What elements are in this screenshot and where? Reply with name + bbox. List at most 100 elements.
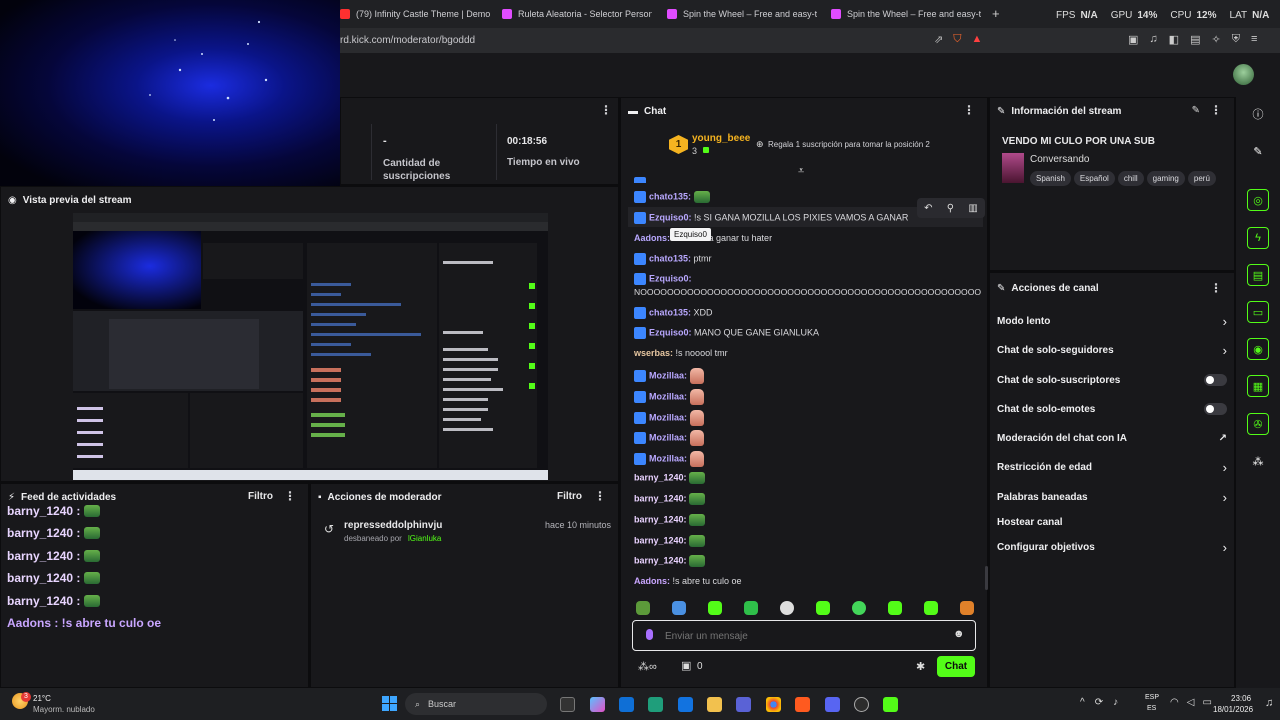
chat-nick[interactable]: barny_1240: [634, 493, 687, 503]
vpn-icon[interactable]: ⛨ [1232, 33, 1240, 46]
share-icon[interactable]: ⇗ [934, 33, 943, 46]
chat-nick[interactable]: Ezquiso0: [649, 273, 692, 283]
wrench-icon[interactable]: ✇ [1247, 413, 1269, 435]
quick-settings[interactable]: ◠ ◁ ▭ [1170, 697, 1212, 708]
action-subs-only[interactable]: Chat de solo-suscriptores [997, 374, 1227, 386]
pepe-emote-icon[interactable] [636, 601, 650, 615]
settings-gear-icon[interactable]: ✱ [916, 660, 925, 673]
mic-icon[interactable] [646, 629, 653, 640]
discord-icon[interactable] [825, 697, 840, 712]
brave-shield-icon[interactable]: ⛉ [953, 33, 961, 46]
action-emotes-only[interactable]: Chat de solo-emotes [997, 403, 1227, 415]
ghost-emote-icon[interactable] [708, 601, 722, 615]
chat-message[interactable]: barny_1240: [634, 555, 706, 567]
edit-icon[interactable]: ✎ [1192, 105, 1200, 116]
blob-emote-icon[interactable] [816, 601, 830, 615]
chat-nick[interactable]: Mozillaa: [649, 391, 687, 401]
windows-start-icon[interactable] [382, 696, 397, 711]
pencil-icon[interactable]: ✎ [1247, 140, 1269, 162]
channel-points-icon[interactable]: ⁂∞ [638, 660, 657, 673]
kick-app-icon[interactable] [883, 697, 898, 712]
gift-box-icon[interactable]: ▣ [681, 659, 691, 672]
taskbar-search[interactable]: ⌕ Buscar [405, 693, 547, 715]
info-icon[interactable]: ⓘ [1247, 103, 1269, 125]
chat-message[interactable]: barny_1240: [634, 472, 706, 484]
task-view-icon[interactable] [560, 697, 575, 712]
action-host-channel[interactable]: Hostear canal [997, 517, 1227, 528]
chat-message[interactable]: chato135: XDD [634, 307, 713, 319]
chat-input[interactable] [665, 628, 935, 644]
notification-icon[interactable]: ♫ [1265, 697, 1273, 709]
leo-icon[interactable]: ✧ [1211, 33, 1220, 46]
clock-time[interactable]: 23:06 [1231, 694, 1251, 703]
kebab-icon[interactable]: ⋮ [1210, 282, 1222, 294]
chat-nick[interactable]: barny_1240: [634, 472, 687, 482]
kebab-icon[interactable]: ⋮ [963, 104, 975, 116]
chat-nick[interactable]: Ezquiso0: [649, 327, 692, 337]
action-followers-only[interactable]: Chat de solo-seguidores › [997, 343, 1227, 358]
browser-tab-1[interactable]: (79) Infinity Castle Theme | Demon sl [340, 4, 490, 24]
mic-tray-icon[interactable]: ♪ [1113, 697, 1118, 708]
wallet-icon[interactable]: ▤ [1190, 33, 1200, 46]
obs-icon[interactable] [854, 697, 869, 712]
chat-message[interactable]: wserbas: !s nooool tmr [634, 348, 728, 358]
tag[interactable]: perú [1187, 171, 1216, 186]
party-emote-icon[interactable] [960, 601, 974, 615]
chat-message[interactable]: Ezquiso0: MANO QUE GANE GIANLUKA [634, 327, 819, 339]
emotes-only-toggle[interactable] [1204, 403, 1227, 415]
language-top[interactable]: ESP [1145, 694, 1159, 701]
chat-message[interactable]: chato135: [634, 191, 710, 203]
teams-icon[interactable] [736, 697, 751, 712]
chat-message[interactable]: Ezquiso0: [634, 273, 692, 285]
tag[interactable]: gaming [1146, 171, 1185, 186]
chat-message[interactable]: Mozillaa: [634, 430, 704, 446]
target-icon[interactable]: ◎ [1247, 189, 1269, 211]
browser-tab-3[interactable]: Spin the Wheel – Free and easy-to-u [667, 4, 817, 24]
tray-chevron-icon[interactable]: ^ [1080, 697, 1085, 708]
music-icon[interactable]: ♫ [1149, 33, 1157, 46]
chat-nick[interactable]: Aadons: [634, 576, 670, 586]
chat-nick[interactable]: chato135: [649, 253, 691, 263]
chat-message[interactable]: Aadons: !s abre tu culo oe [634, 576, 742, 586]
kick-emote-icon[interactable] [672, 601, 686, 615]
sidebar-icon[interactable]: ◧ [1169, 33, 1179, 46]
laugh-emote-icon[interactable] [888, 601, 902, 615]
action-ai-moderation[interactable]: Moderación del chat con IA ↗ [997, 433, 1227, 444]
top-gifter-name[interactable]: young_beee [692, 133, 750, 144]
tv-emote-icon[interactable] [744, 601, 758, 615]
action-slow-mode[interactable]: Modo lento › [997, 314, 1227, 329]
face-emote-icon[interactable] [780, 601, 794, 615]
delete-icon[interactable]: ▥ [968, 203, 977, 214]
chat-nick[interactable]: barny_1240: [634, 535, 687, 545]
chat-nick[interactable]: Mozillaa: [649, 432, 687, 442]
chat-input-box[interactable]: ☻ [632, 620, 976, 651]
kebab-icon[interactable]: ⋮ [594, 490, 606, 502]
chat-message[interactable]: barny_1240: [634, 535, 706, 547]
action-age-restriction[interactable]: Restricción de edad › [997, 460, 1227, 475]
chat-message[interactable]: Mozillaa: [634, 451, 704, 467]
tag[interactable]: Spanish [1030, 171, 1071, 186]
brave-icon[interactable] [795, 697, 810, 712]
edge-icon[interactable] [648, 697, 663, 712]
chat-nick[interactable]: chato135: [649, 191, 691, 201]
pin-icon[interactable]: ⚲ [947, 203, 954, 214]
chat-nick[interactable]: Mozillaa: [649, 370, 687, 380]
chat-nick[interactable]: wserbas: [634, 348, 673, 358]
message-icon[interactable]: ▭ [1247, 301, 1269, 323]
action-banned-words[interactable]: Palabras baneadas › [997, 490, 1227, 505]
chat-message[interactable]: Mozillaa: [634, 389, 704, 405]
explorer-icon[interactable] [707, 697, 722, 712]
chat-message[interactable]: barny_1240: [634, 514, 706, 526]
rewards-icon[interactable]: ▲ [971, 33, 982, 46]
store-icon[interactable] [619, 697, 634, 712]
chat-nick[interactable]: chato135: [649, 307, 691, 317]
feed-filter-button[interactable]: Filtro [248, 491, 273, 502]
preview-video[interactable] [73, 213, 548, 480]
sync-icon[interactable]: ⟳ [1095, 697, 1103, 708]
chat-message[interactable]: Mozillaa: [634, 368, 704, 384]
chat-message[interactable]: Ezquiso0: !s SI GANA MOZILLA LOS PIXIES … [634, 212, 908, 224]
chrome-icon[interactable] [766, 697, 781, 712]
subs-only-toggle[interactable] [1204, 374, 1227, 386]
chat-nick[interactable]: barny_1240: [634, 514, 687, 524]
browser-tab-4[interactable]: Spin the Wheel – Free and easy-to-u [831, 4, 981, 24]
